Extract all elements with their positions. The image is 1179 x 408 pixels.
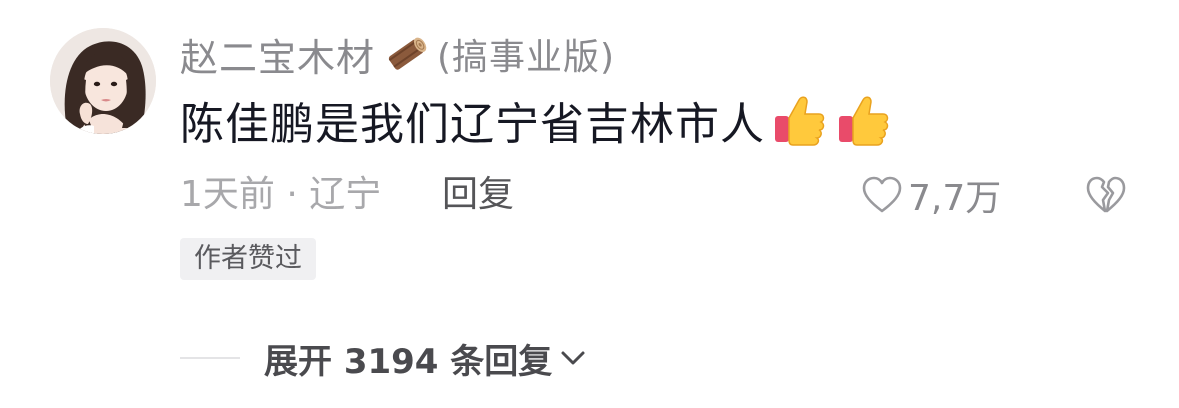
thumbs-up-icon <box>769 90 829 150</box>
divider-line <box>180 357 240 359</box>
comment-item: 赵二宝木材 (搞事业版) 陈佳鹏是我们辽宁省吉林市人 1天前 · 辽宁 回复 7… <box>0 0 1179 408</box>
reply-button[interactable]: 回复 <box>442 168 514 222</box>
comment-time-location: 1天前 · 辽宁 <box>180 168 381 222</box>
comment-text: 陈佳鹏是我们辽宁省吉林市人 <box>180 99 765 150</box>
username-row: 赵二宝木材 (搞事业版) <box>180 26 615 82</box>
broken-heart-icon[interactable] <box>1084 173 1128 217</box>
comment-time: 1天前 <box>180 174 275 215</box>
comment-location: 辽宁 <box>309 174 382 215</box>
meta-separator: · <box>286 174 298 215</box>
thumbs-up-icon <box>833 90 893 150</box>
comment-content: 陈佳鹏是我们辽宁省吉林市人 <box>180 88 893 152</box>
heart-outline-icon <box>862 176 902 213</box>
wood-log-icon <box>383 30 431 78</box>
expand-replies-button[interactable]: 展开 3194 条回复 <box>180 330 588 386</box>
avatar[interactable] <box>50 28 156 134</box>
like-button[interactable]: 7,7万 <box>860 168 1001 222</box>
username[interactable]: 赵二宝木材 <box>180 27 375 82</box>
expand-replies-label: 展开 3194 条回复 <box>264 341 553 382</box>
comment-meta: 1天前 · 辽宁 回复 7,7万 <box>180 168 1140 222</box>
like-count: 7,7万 <box>908 178 1002 219</box>
author-liked-badge: 作者赞过 <box>180 238 316 280</box>
chevron-down-icon <box>561 351 585 365</box>
username-edition: (搞事业版) <box>437 37 616 78</box>
avatar-photo <box>50 28 156 134</box>
